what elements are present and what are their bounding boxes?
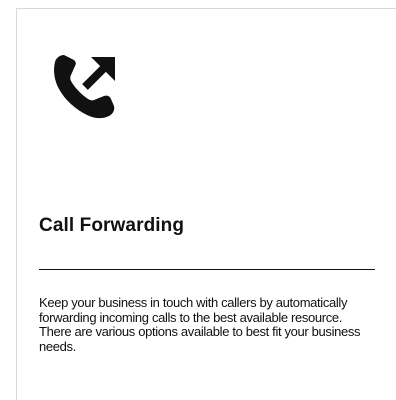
call-forwarding-card: Call Forwarding Keep your business in to… — [16, 8, 396, 400]
card-description: Keep your business in touch with callers… — [39, 295, 361, 354]
call-forwarding-icon — [47, 49, 119, 121]
card-title: Call Forwarding — [39, 215, 185, 236]
title-divider — [39, 269, 375, 270]
